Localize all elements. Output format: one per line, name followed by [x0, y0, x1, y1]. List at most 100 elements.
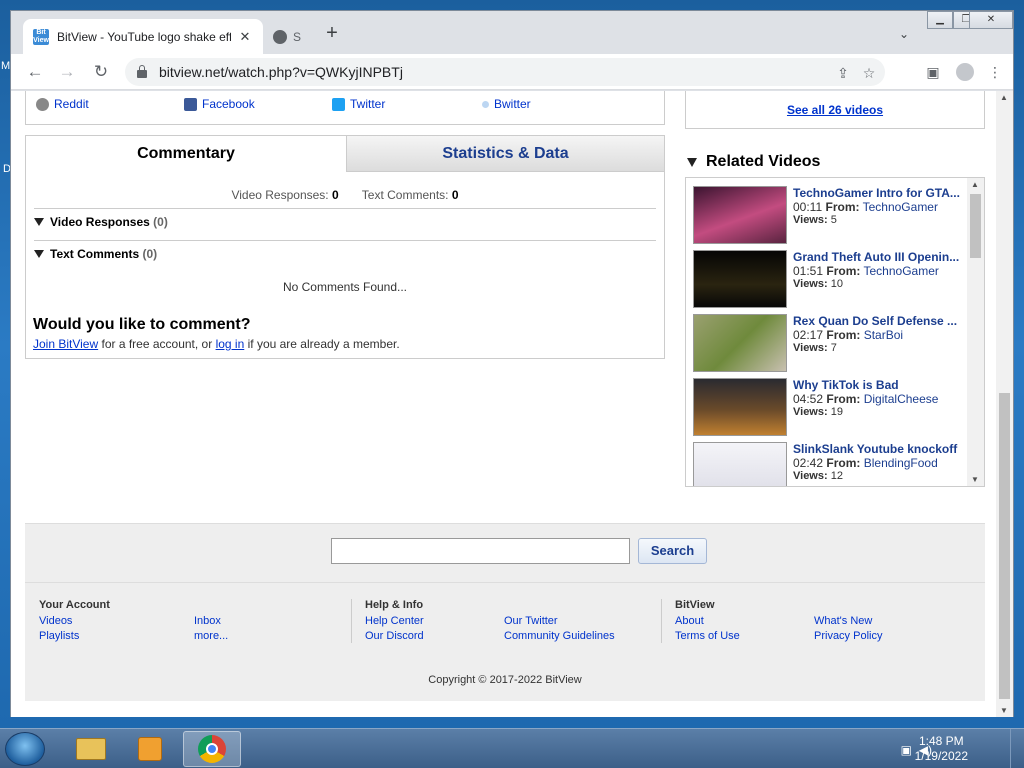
- comment-counts: Video Responses: 0 Text Comments: 0: [26, 188, 664, 202]
- footer-link[interactable]: Terms of Use: [675, 630, 740, 642]
- share-bwitter[interactable]: Bwitter: [482, 97, 531, 111]
- footer-link[interactable]: Community Guidelines: [504, 630, 615, 642]
- footer-link[interactable]: more...: [194, 630, 228, 642]
- tab-bitview[interactable]: Bit View BitView - YouTube logo shake ef…: [23, 19, 263, 54]
- footer-search-button[interactable]: Search: [638, 538, 707, 564]
- bitview-favicon-icon: Bit View: [33, 28, 49, 45]
- copyright: Copyright © 2017-2022 BitView: [428, 674, 582, 686]
- page-scroll-thumb[interactable]: [999, 393, 1010, 699]
- share-page-icon[interactable]: ⇪: [835, 65, 851, 81]
- show-desktop-button[interactable]: [1010, 729, 1024, 768]
- globe-icon: [273, 30, 287, 44]
- scroll-down-arrow-icon[interactable]: ▼: [1000, 706, 1008, 715]
- footer-link[interactable]: Our Twitter: [504, 615, 558, 627]
- video-thumbnail[interactable]: [693, 314, 787, 372]
- share-facebook[interactable]: Facebook: [184, 97, 255, 111]
- related-video-item[interactable]: Why TikTok is Bad 04:52 From: DigitalChe…: [693, 378, 983, 436]
- footer-link[interactable]: Videos: [39, 615, 72, 627]
- minimize-button[interactable]: ▁: [927, 11, 953, 29]
- video-views: Views: 7: [793, 342, 837, 354]
- related-video-item[interactable]: SlinkSlank Youtube knockoff 02:42 From: …: [693, 442, 983, 486]
- footer-col-heading: Help & Info: [365, 599, 424, 611]
- video-title[interactable]: Rex Quan Do Self Defense ...: [793, 314, 965, 328]
- media-player-taskbar-icon[interactable]: [122, 731, 180, 767]
- video-title[interactable]: Why TikTok is Bad: [793, 378, 965, 392]
- explorer-taskbar-icon[interactable]: [64, 731, 122, 767]
- video-meta: 02:42 From: BlendingFood: [793, 456, 938, 470]
- related-video-item[interactable]: Rex Quan Do Self Defense ... 02:17 From:…: [693, 314, 983, 372]
- close-window-button[interactable]: ✕: [969, 11, 1013, 29]
- video-thumbnail[interactable]: [693, 186, 787, 244]
- system-clock[interactable]: 1:48 PM 1/19/2022: [915, 734, 968, 764]
- browser-window: Bit View BitView - YouTube logo shake ef…: [10, 10, 1014, 717]
- related-scroll-thumb[interactable]: [970, 194, 981, 258]
- footer-link[interactable]: Privacy Policy: [814, 630, 882, 642]
- see-all-videos-link[interactable]: See all 26 videos: [787, 103, 883, 117]
- new-tab-button[interactable]: +: [323, 23, 341, 43]
- related-scrollbar[interactable]: ▲ ▼: [967, 178, 984, 486]
- side-panel-icon[interactable]: ▣: [923, 62, 943, 82]
- footer-search-input[interactable]: [331, 538, 630, 564]
- video-uploader-link[interactable]: StarBoi: [864, 328, 903, 342]
- reload-icon[interactable]: ↻: [91, 62, 111, 82]
- tab-commentary[interactable]: Commentary: [26, 136, 346, 172]
- video-thumbnail[interactable]: [693, 378, 787, 436]
- page-scrollbar[interactable]: ▲ ▼: [996, 91, 1013, 717]
- bookmark-star-icon[interactable]: ☆: [861, 65, 877, 81]
- video-thumbnail[interactable]: [693, 442, 787, 486]
- video-uploader-link[interactable]: TechnoGamer: [864, 264, 939, 278]
- chrome-taskbar-icon[interactable]: [183, 731, 241, 767]
- join-line: Join BitView for a free account, or log …: [33, 337, 400, 351]
- scroll-down-arrow-icon[interactable]: ▼: [971, 475, 979, 484]
- footer-link[interactable]: What's New: [814, 615, 872, 627]
- join-link[interactable]: Join BitView: [33, 337, 98, 351]
- share-reddit[interactable]: Reddit: [36, 97, 89, 111]
- footer-divider: [351, 599, 352, 643]
- tab-close-icon[interactable]: ✕: [237, 29, 253, 45]
- clock-time: 1:48 PM: [918, 734, 964, 748]
- video-title[interactable]: Grand Theft Auto III Openin...: [793, 250, 965, 264]
- footer-link[interactable]: Playlists: [39, 630, 79, 642]
- video-uploader-link[interactable]: TechnoGamer: [863, 200, 938, 214]
- profile-avatar-icon[interactable]: [955, 62, 975, 82]
- tab-second[interactable]: S: [267, 25, 309, 49]
- address-bar[interactable]: bitview.net/watch.php?v=QWKyjINPBTj ⇪ ☆: [125, 58, 885, 86]
- section-text-comments[interactable]: Text Comments (0): [34, 240, 656, 261]
- start-button[interactable]: [5, 732, 45, 766]
- tab-title: S: [293, 30, 302, 44]
- share-label: Facebook: [202, 97, 255, 111]
- footer-link[interactable]: Our Discord: [365, 630, 424, 642]
- video-meta: 01:51 From: TechnoGamer: [793, 264, 939, 278]
- share-label: Reddit: [54, 97, 89, 111]
- tab-statistics[interactable]: Statistics & Data: [346, 136, 664, 172]
- footer-link[interactable]: About: [675, 615, 704, 627]
- clock-date: 1/19/2022: [914, 749, 968, 763]
- scroll-up-arrow-icon[interactable]: ▲: [971, 180, 979, 189]
- related-video-item[interactable]: Grand Theft Auto III Openin... 01:51 Fro…: [693, 250, 983, 308]
- twitter-icon: [332, 97, 345, 111]
- back-arrow-icon[interactable]: ←: [25, 62, 45, 82]
- video-uploader-link[interactable]: DigitalCheese: [864, 392, 939, 406]
- network-icon[interactable]: ▣: [901, 743, 912, 757]
- scroll-up-arrow-icon[interactable]: ▲: [1000, 93, 1008, 102]
- video-views: Views: 19: [793, 406, 843, 418]
- video-title[interactable]: TechnoGamer Intro for GTA...: [793, 186, 965, 200]
- login-link[interactable]: log in: [216, 337, 245, 351]
- footer-links: Your Account Videos Inbox Playlists more…: [25, 582, 985, 643]
- video-meta: 00:11 From: TechnoGamer: [793, 200, 938, 214]
- video-uploader-link[interactable]: BlendingFood: [864, 456, 938, 470]
- forward-arrow-icon[interactable]: →: [57, 62, 77, 82]
- video-thumbnail[interactable]: [693, 250, 787, 308]
- footer-link[interactable]: Help Center: [365, 615, 424, 627]
- tab-search-chevron-icon[interactable]: ⌄: [899, 27, 909, 41]
- text-comments-label: Text Comments:: [361, 188, 449, 202]
- menu-dots-icon[interactable]: ⋮: [985, 62, 1005, 82]
- related-video-item[interactable]: TechnoGamer Intro for GTA... 00:11 From:…: [693, 186, 983, 244]
- share-twitter[interactable]: Twitter: [332, 97, 385, 111]
- join-text: if you are already a member.: [247, 337, 400, 351]
- related-videos-heading[interactable]: Related Videos: [687, 153, 820, 171]
- footer-link[interactable]: Inbox: [194, 615, 221, 627]
- tab-strip: Bit View BitView - YouTube logo shake ef…: [11, 11, 1013, 54]
- section-video-responses[interactable]: Video Responses (0): [34, 208, 656, 229]
- video-title[interactable]: SlinkSlank Youtube knockoff: [793, 442, 965, 456]
